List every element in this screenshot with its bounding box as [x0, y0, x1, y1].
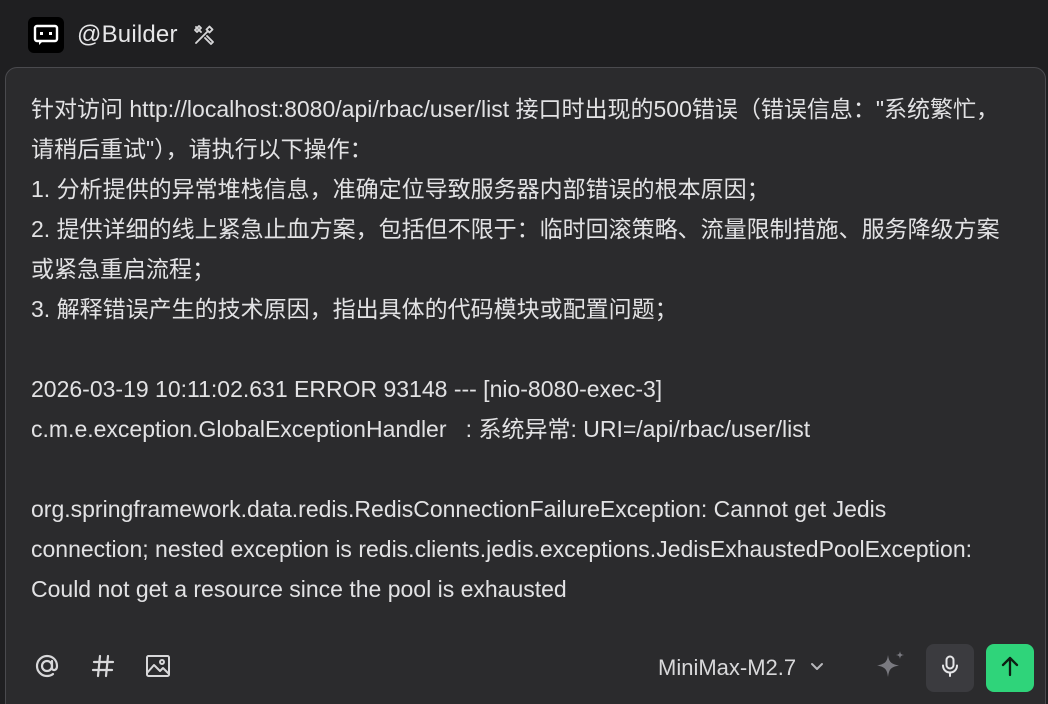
image-upload-button[interactable] [141, 650, 175, 686]
microphone-icon [938, 654, 962, 683]
agent-name[interactable]: @Builder [77, 19, 178, 51]
image-icon [145, 653, 171, 684]
hash-icon [90, 653, 116, 684]
tools-icon[interactable] [190, 21, 218, 49]
enhance-prompt-button[interactable] [872, 648, 910, 688]
robot-terminal-icon [28, 17, 64, 53]
prompt-text[interactable]: 针对访问 http://localhost:8080/api/rbac/user… [31, 89, 1006, 609]
chevron-down-icon [808, 657, 826, 680]
chat-composer-window: @Builder 针对访问 http://localhost:8080/api/… [0, 0, 1048, 704]
voice-input-button[interactable] [926, 644, 974, 692]
send-button[interactable] [986, 644, 1034, 692]
model-label: MiniMax-M2.7 [658, 655, 797, 680]
agent-header: @Builder [0, 0, 1048, 68]
sparkle-icon [874, 649, 908, 688]
arrow-up-icon [998, 654, 1022, 683]
mention-button[interactable] [30, 650, 64, 686]
at-sign-icon [33, 652, 61, 685]
model-selector[interactable]: MiniMax-M2.7 [650, 648, 834, 688]
hash-button[interactable] [86, 650, 120, 686]
prompt-input[interactable]: 针对访问 http://localhost:8080/api/rbac/user… [31, 89, 1006, 627]
